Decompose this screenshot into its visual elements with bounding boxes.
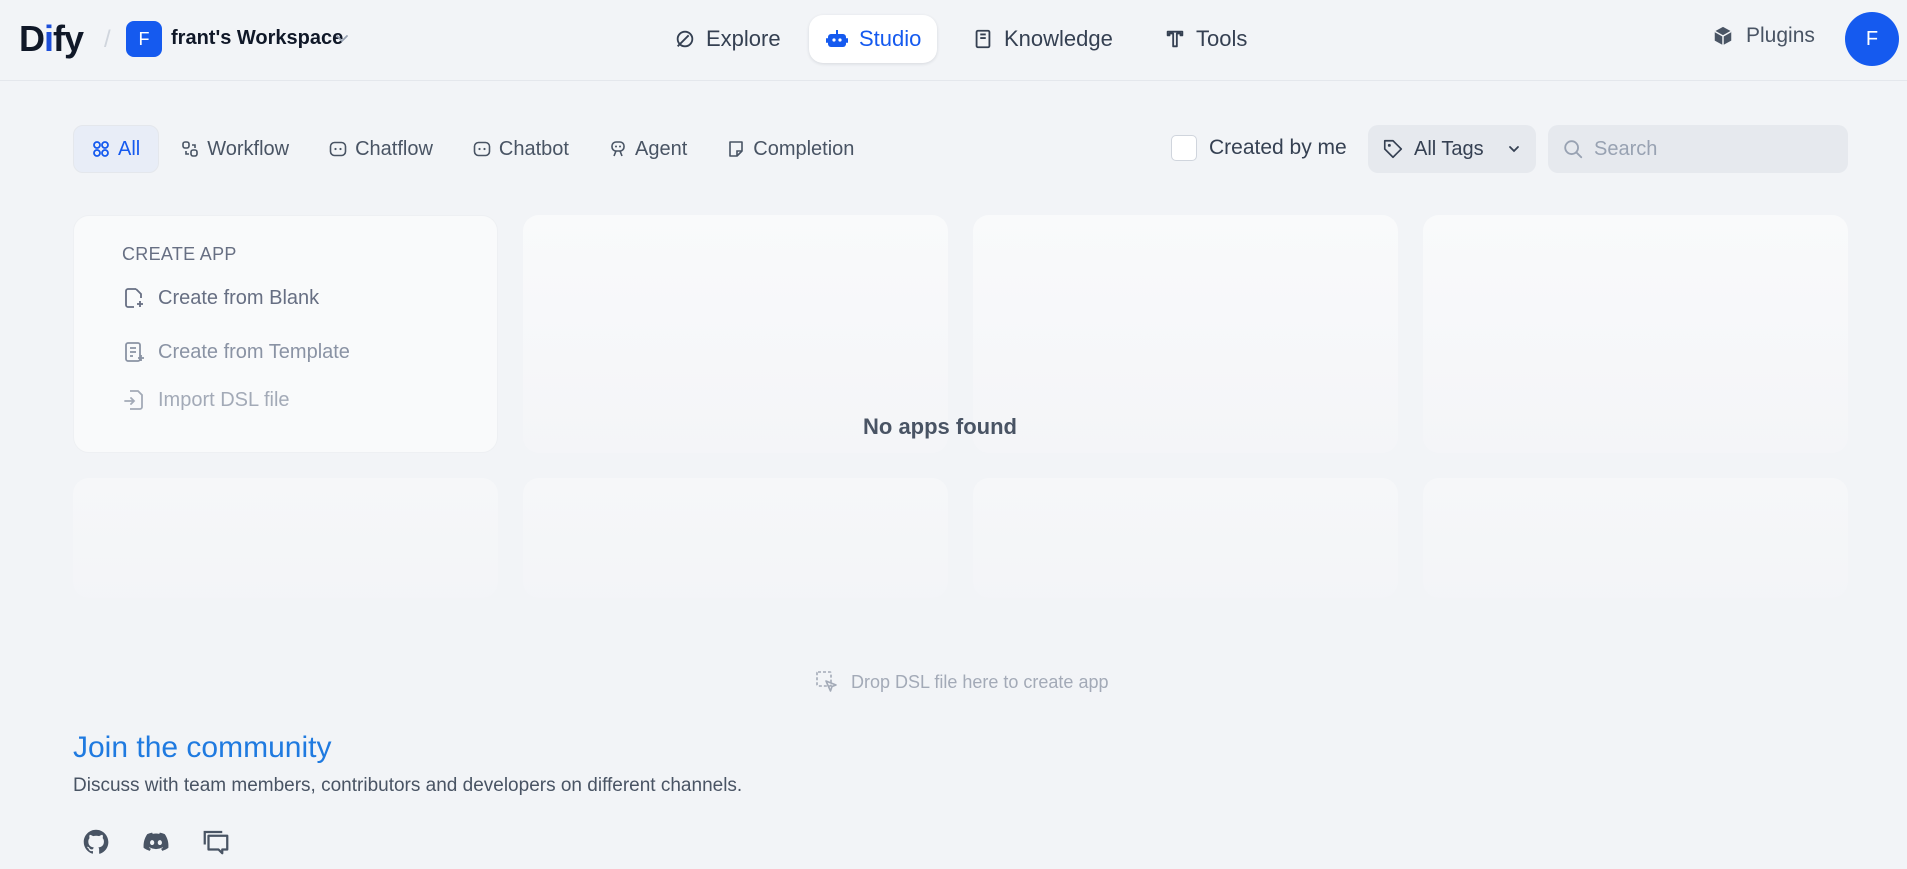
create-from-blank-button[interactable]: Create from Blank xyxy=(122,286,319,310)
plugins-button[interactable]: Plugins xyxy=(1712,24,1815,48)
chatflow-icon xyxy=(329,140,347,158)
tab-workflow[interactable]: Workflow xyxy=(163,125,307,173)
file-import-icon xyxy=(122,388,146,412)
agent-icon xyxy=(609,140,627,158)
search-input[interactable] xyxy=(1594,137,1834,161)
chevron-down-icon xyxy=(1506,141,1522,157)
app-card-placeholder xyxy=(523,478,948,598)
robot-icon xyxy=(825,27,849,51)
workspace-avatar[interactable]: F xyxy=(126,21,162,57)
book-icon xyxy=(972,28,994,50)
template-icon xyxy=(122,340,146,364)
app-card-placeholder xyxy=(1423,478,1848,598)
nav-knowledge[interactable]: Knowledge xyxy=(956,15,1129,63)
tags-filter-dropdown[interactable]: All Tags xyxy=(1368,125,1536,173)
created-by-me-toggle[interactable]: Created by me xyxy=(1171,135,1347,161)
chevron-down-icon[interactable] xyxy=(334,30,350,46)
tab-chatflow[interactable]: Chatflow xyxy=(311,125,451,173)
empty-state: No apps found xyxy=(0,414,1907,440)
empty-state-message: No apps found xyxy=(863,414,1017,439)
nav-tools[interactable]: Tools xyxy=(1148,15,1263,63)
completion-icon xyxy=(727,140,745,158)
import-dsl-button[interactable]: Import DSL file xyxy=(122,388,290,412)
tab-all[interactable]: All xyxy=(73,125,160,173)
discord-link[interactable] xyxy=(138,824,174,860)
community-title: Join the community xyxy=(73,731,332,764)
tab-completion[interactable]: Completion xyxy=(709,125,872,173)
tab-chatbot[interactable]: Chatbot xyxy=(455,125,587,173)
tools-icon xyxy=(1164,28,1186,50)
dify-logo[interactable]: Dify xyxy=(19,14,84,64)
top-header: Dify / F frant's Workspace Explore Studi… xyxy=(0,0,1907,81)
grid-icon xyxy=(92,140,110,158)
user-avatar[interactable]: F xyxy=(1845,12,1899,66)
nav-studio[interactable]: Studio xyxy=(809,15,938,63)
workspace-name[interactable]: frant's Workspace xyxy=(171,27,343,50)
created-by-me-checkbox[interactable] xyxy=(1171,135,1197,161)
github-icon xyxy=(82,828,110,856)
discord-icon xyxy=(142,828,170,856)
search-box[interactable] xyxy=(1548,125,1848,173)
github-link[interactable] xyxy=(78,824,114,860)
community-description: Discuss with team members, contributors … xyxy=(73,775,743,796)
file-plus-icon xyxy=(122,286,146,310)
workflow-icon xyxy=(181,140,199,158)
explore-icon xyxy=(674,28,696,50)
create-from-template-button[interactable]: Create from Template xyxy=(122,340,350,364)
search-icon xyxy=(1562,138,1584,160)
app-card-placeholder xyxy=(973,478,1398,598)
tag-icon xyxy=(1382,138,1404,160)
app-type-tabs: All Workflow Chatflow Chatbot Agent Comp… xyxy=(73,125,872,173)
app-card-placeholder xyxy=(73,478,498,598)
tab-agent[interactable]: Agent xyxy=(591,125,705,173)
create-app-title: CREATE APP xyxy=(122,244,237,264)
dsl-drop-zone[interactable]: Drop DSL file here to create app xyxy=(815,670,1108,694)
breadcrumb-separator: / xyxy=(104,26,111,53)
cube-icon xyxy=(1712,25,1734,47)
chatbot-icon xyxy=(473,140,491,158)
forum-link[interactable] xyxy=(198,824,234,860)
nav-explore[interactable]: Explore xyxy=(658,15,797,63)
drag-drop-icon xyxy=(815,670,839,694)
forum-icon xyxy=(201,827,231,857)
